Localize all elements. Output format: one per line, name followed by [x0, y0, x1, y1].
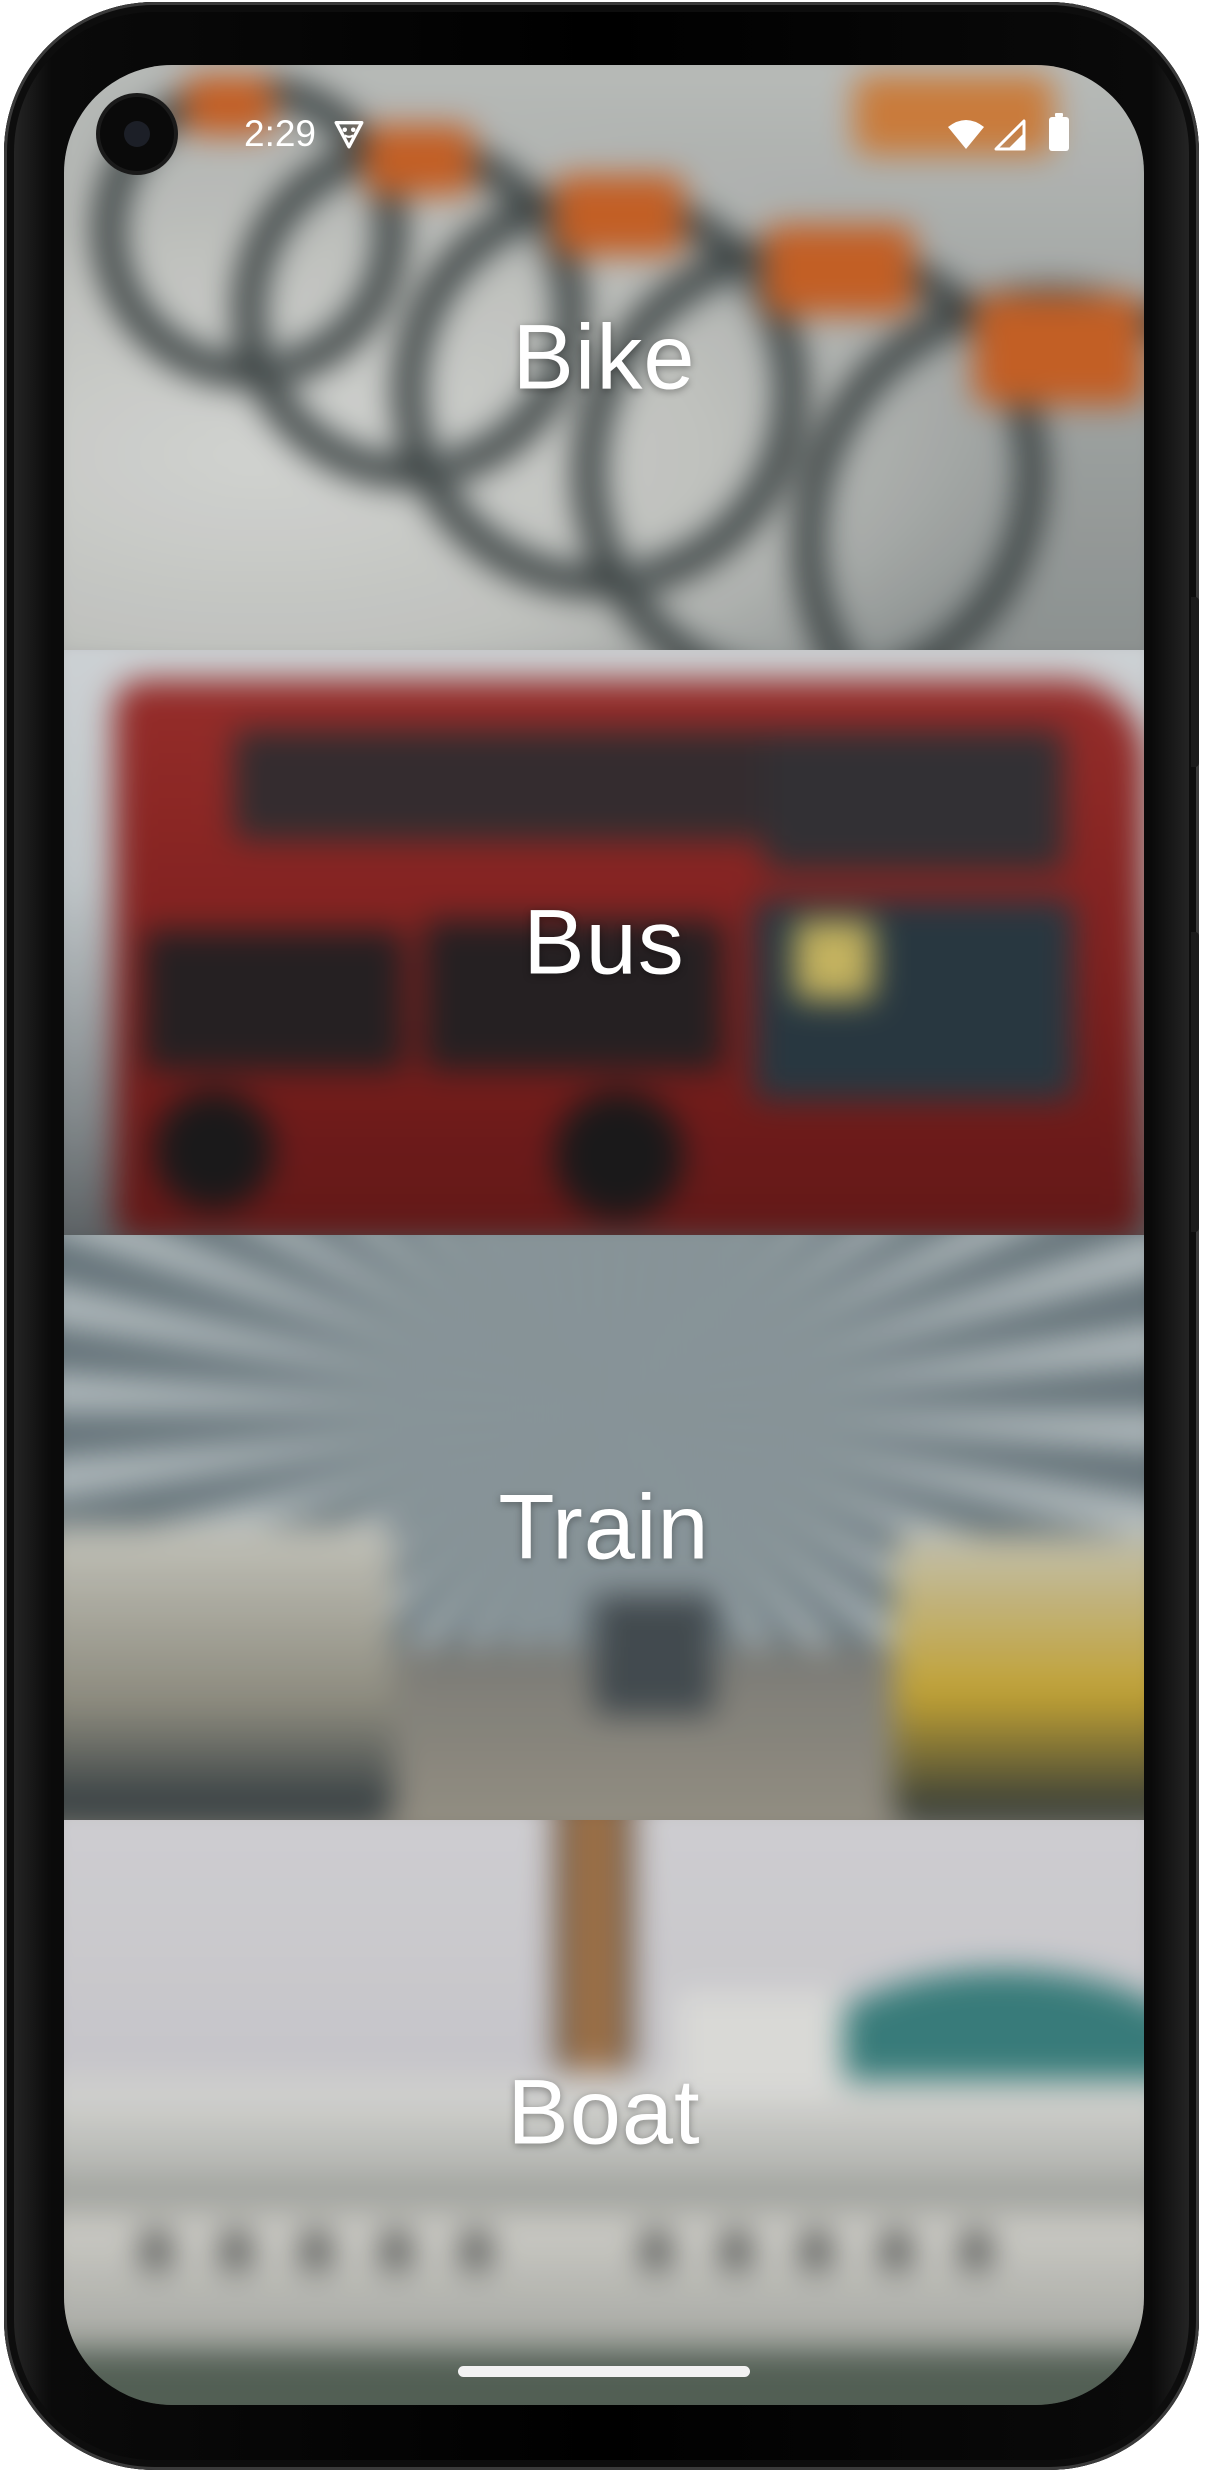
- vpn-shield-icon: [334, 120, 364, 149]
- cellular-icon: [994, 119, 1026, 151]
- power-button: [1191, 597, 1199, 767]
- tile-label-boat: Boat: [507, 2061, 701, 2163]
- tile-label-train: Train: [498, 1476, 710, 1578]
- phone-frame: 2:29 Bike Bus Train Boat: [4, 2, 1199, 2470]
- camera-cutout: [100, 97, 174, 171]
- status-time: 2:29: [244, 113, 317, 154]
- gesture-nav-handle[interactable]: [458, 2366, 750, 2377]
- volume-button: [1191, 932, 1199, 1232]
- status-bar: 2:29: [64, 65, 1144, 215]
- battery-icon: [1049, 113, 1069, 151]
- wifi-icon: [948, 120, 984, 149]
- tile-label-bus: Bus: [523, 891, 685, 993]
- screen: 2:29 Bike Bus Train Boat: [64, 65, 1144, 2405]
- tile-train[interactable]: Train: [64, 1235, 1144, 1820]
- tile-bus[interactable]: Bus: [64, 650, 1144, 1235]
- tile-boat[interactable]: Boat: [64, 1820, 1144, 2405]
- tile-label-bike: Bike: [512, 306, 696, 408]
